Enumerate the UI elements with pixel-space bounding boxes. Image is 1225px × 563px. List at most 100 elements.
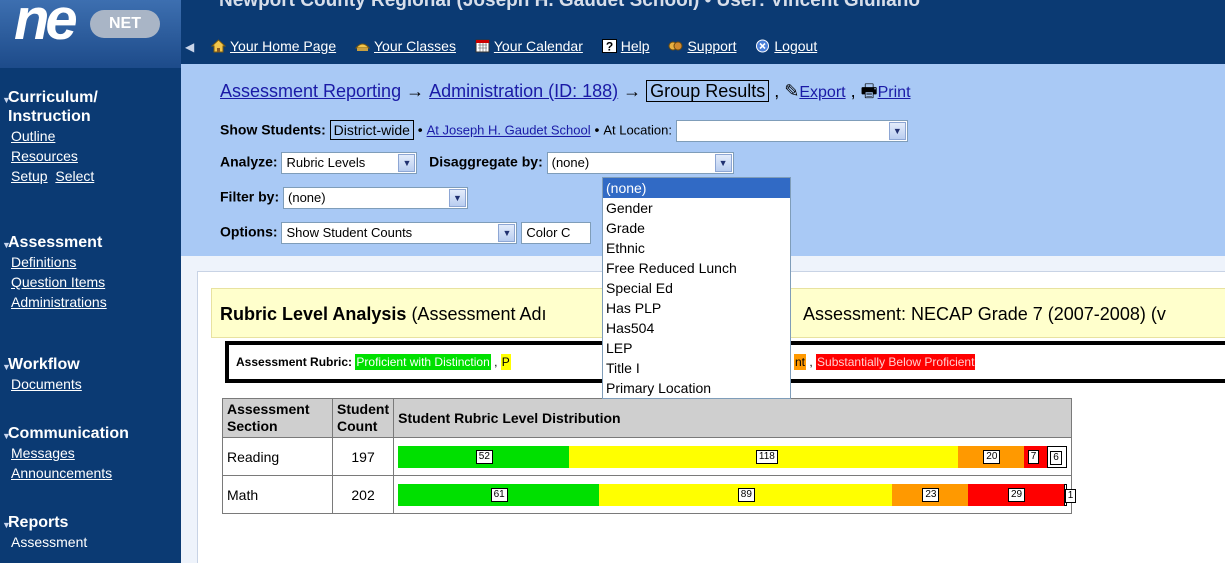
expand-triangle-icon: ▼ <box>2 431 11 441</box>
header-distribution: Student Rubric Level Distribution <box>393 398 1073 438</box>
sidebar-heading-label: Assessment <box>8 234 103 251</box>
separator-dot: • <box>594 121 604 138</box>
filter-row: Filter by: (none) ▼ <box>220 187 469 209</box>
table-row: Math 202 61 89 23 29 1 <box>222 475 1077 514</box>
dropdown-option-title-i[interactable]: Title I <box>603 358 790 378</box>
sidebar-section-curriculum: ▼ Curriculum/ Instruction Outline Resourc… <box>0 88 181 186</box>
school-link[interactable]: At Joseph H. Gaudet School <box>427 123 591 138</box>
help-icon: ? <box>601 39 617 54</box>
sidebar-link-select[interactable]: Select <box>55 168 94 184</box>
analyze-select[interactable]: Rubric Levels ▼ <box>281 152 418 174</box>
calendar-icon <box>475 39 490 53</box>
at-location-label: At Location: <box>603 122 672 138</box>
header-assessment-section: Assessment Section <box>222 398 333 438</box>
dropdown-option-free-reduced-lunch[interactable]: Free Reduced Lunch <box>603 258 790 278</box>
expand-triangle-icon: ▼ <box>2 362 11 372</box>
sidebar-link-outline[interactable]: Outline <box>0 126 181 146</box>
table-row: Reading 197 52 118 20 7 6 <box>222 437 1073 476</box>
location-select[interactable]: ▼ <box>675 120 908 142</box>
segment-count-label: 61 <box>490 487 508 502</box>
filter-select-value: (none) <box>288 190 326 205</box>
sidebar-heading-curriculum[interactable]: ▼ Curriculum/ Instruction <box>0 88 181 126</box>
nav-logout-link[interactable]: Logout <box>774 38 817 54</box>
sidebar-link-definitions[interactable]: Definitions <box>0 252 181 272</box>
dropdown-option-grade[interactable]: Grade <box>603 218 790 238</box>
color-select-value: Color C <box>526 225 571 240</box>
sidebar-link-messages[interactable]: Messages <box>0 443 181 463</box>
sidebar-heading-reports[interactable]: ▼ Reports <box>0 513 181 532</box>
dropdown-option-gender[interactable]: Gender <box>603 198 790 218</box>
filter-select[interactable]: (none) ▼ <box>283 187 469 209</box>
rubric-level-proficient: P <box>500 354 511 370</box>
options-select[interactable]: Show Student Counts ▼ <box>281 222 518 244</box>
sidebar-link-resources[interactable]: Resources <box>0 146 181 166</box>
show-students-row: Show Students: District-wide • At Joseph… <box>220 119 908 142</box>
segment-count-label: 1 <box>1064 488 1077 503</box>
nav-classes-link[interactable]: Your Classes <box>374 38 456 54</box>
district-wide-option[interactable]: District-wide <box>329 119 414 140</box>
disaggregate-select-value: (none) <box>551 155 590 170</box>
sidebar-heading-workflow[interactable]: ▼ Workflow <box>0 355 181 374</box>
export-link[interactable]: Export <box>799 84 845 101</box>
sidebar-heading-assessment[interactable]: ▼ Assessment <box>0 233 181 252</box>
distribution-segment: 89 <box>599 483 893 506</box>
header-student-count: Student Count <box>331 398 395 438</box>
chevron-down-icon: ▼ <box>498 224 516 242</box>
chevron-down-icon: ▼ <box>888 122 906 140</box>
sidebar-heading-label: Curriculum/ Instruction <box>8 89 98 125</box>
cell-count: 202 <box>331 475 395 514</box>
dropdown-option-has-plp[interactable]: Has PLP <box>603 298 790 318</box>
sidebar-heading-communication[interactable]: ▼ Communication <box>0 424 181 443</box>
distribution-segment: 118 <box>569 445 959 468</box>
assessment-name: Assessment: NECAP Grade 7 (2007-2008) (v <box>803 304 1166 324</box>
export-icon: ✎ <box>784 81 800 101</box>
logo-mark: ne <box>14 0 78 52</box>
dropdown-option-special-ed[interactable]: Special Ed <box>603 278 790 298</box>
breadcrumb-administration[interactable]: Administration (ID: 188) <box>429 81 618 101</box>
table-header-row: Assessment Section Student Count Student… <box>222 398 1073 438</box>
sidebar-link-setup[interactable]: Setup <box>11 168 48 184</box>
filter-label: Filter by: <box>220 188 280 205</box>
dropdown-option-has504[interactable]: Has504 <box>603 318 790 338</box>
sidebar-link-announcements[interactable]: Announcements <box>0 463 181 483</box>
dropdown-option-lep[interactable]: LEP <box>603 338 790 358</box>
sidebar-section-reports: ▼ Reports Assessment <box>0 513 181 552</box>
nav-calendar-link[interactable]: Your Calendar <box>494 38 583 54</box>
distribution-bar: 61 89 23 29 1 <box>398 483 1077 506</box>
show-students-label: Show Students: <box>220 121 326 138</box>
distribution-bar: 52 118 20 7 6 <box>398 445 1068 468</box>
sidebar-section-workflow: ▼ Workflow Documents <box>0 355 181 394</box>
print-link[interactable]: Print <box>878 84 911 101</box>
sidebar-link-administrations[interactable]: Administrations <box>0 292 181 312</box>
window-title: Newport County Regional (Joseph H. Gaude… <box>219 0 920 11</box>
disaggregate-dropdown-list: (none) Gender Grade Ethnic Free Reduced … <box>602 177 791 399</box>
chevron-down-icon: ▼ <box>449 189 467 207</box>
chevron-down-icon: ▼ <box>398 154 416 172</box>
analysis-title: Rubric Level Analysis <box>220 304 407 324</box>
sidebar-link-question-items[interactable]: Question Items <box>0 272 181 292</box>
segment-count-label: 23 <box>922 487 940 502</box>
segment-count-label: 7 <box>1027 449 1040 464</box>
nav-help-link[interactable]: Help <box>621 38 650 54</box>
nav-support-link[interactable]: Support <box>687 38 736 54</box>
rubric-label: Assessment Rubric: <box>236 355 353 369</box>
dropdown-option-primary-location[interactable]: Primary Location <box>603 378 790 398</box>
sidebar-link-assessment-report[interactable]: Assessment <box>0 532 181 552</box>
nav-home-link[interactable]: Your Home Page <box>230 38 336 54</box>
sidebar-link-documents[interactable]: Documents <box>0 374 181 394</box>
sidebar-section-assessment: ▼ Assessment Definitions Question Items A… <box>0 233 181 312</box>
breadcrumb-assessment-reporting[interactable]: Assessment Reporting <box>220 81 401 101</box>
analyze-select-value: Rubric Levels <box>286 155 366 170</box>
classes-icon <box>354 39 371 53</box>
disaggregate-select[interactable]: (none) ▼ <box>546 152 734 174</box>
back-arrow-icon[interactable]: ◀ <box>185 40 194 54</box>
dropdown-option-none[interactable]: (none) <box>603 178 790 198</box>
expand-triangle-icon: ▼ <box>2 95 11 105</box>
dropdown-option-ethnic[interactable]: Ethnic <box>603 238 790 258</box>
options-row: Options: Show Student Counts ▼ Color C <box>220 222 592 244</box>
analysis-subtitle: (Assessment Adı <box>411 304 547 324</box>
chevron-down-icon: ▼ <box>714 154 732 172</box>
support-icon <box>668 39 683 53</box>
rubric-level-distinction: Proficient with Distinction <box>355 354 491 370</box>
color-select[interactable]: Color C <box>521 222 592 244</box>
